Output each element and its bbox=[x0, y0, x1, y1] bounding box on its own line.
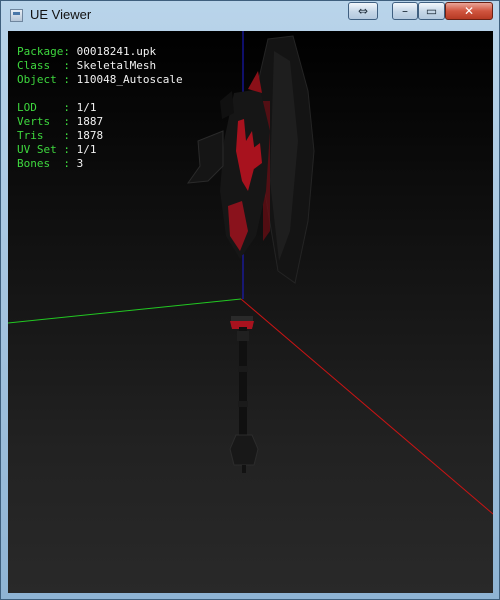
app-window-icon bbox=[10, 9, 23, 22]
info-value: 1/1 bbox=[76, 143, 97, 156]
info-row-class: Class : SkeletalMesh bbox=[17, 59, 183, 73]
info-label: Class : bbox=[17, 59, 70, 72]
mesh-info-panel: Package: 00018241.upk Class : SkeletalMe… bbox=[17, 45, 183, 171]
info-row-verts: Verts : 1887 bbox=[17, 115, 183, 129]
info-label: Object : bbox=[17, 73, 70, 86]
info-label: Bones : bbox=[17, 157, 70, 170]
window-title: UE Viewer bbox=[30, 7, 92, 22]
info-label: Package: bbox=[17, 45, 70, 58]
x-axis-line bbox=[240, 298, 493, 515]
info-label: UV Set : bbox=[17, 143, 70, 156]
info-value: 00018241.upk bbox=[76, 45, 157, 58]
info-row-uvset: UV Set : 1/1 bbox=[17, 143, 183, 157]
info-row-bones: Bones : 3 bbox=[17, 157, 183, 171]
swap-icon-button[interactable]: ⇔ bbox=[348, 2, 378, 20]
app-window: UE Viewer ⇔ – ▭ ✕ Package: 00018241.upk … bbox=[0, 0, 500, 600]
close-button[interactable]: ✕ bbox=[445, 2, 493, 20]
info-row-object: Object : 110048_Autoscale bbox=[17, 73, 183, 87]
info-label: LOD : bbox=[17, 101, 70, 114]
maximize-button[interactable]: ▭ bbox=[418, 2, 445, 20]
info-value: 110048_Autoscale bbox=[76, 73, 183, 86]
info-value: 1887 bbox=[76, 115, 104, 128]
minimize-button[interactable]: – bbox=[392, 2, 418, 20]
info-row-package: Package: 00018241.upk bbox=[17, 45, 183, 59]
info-row-tris: Tris : 1878 bbox=[17, 129, 183, 143]
title-bar[interactable]: UE Viewer ⇔ – ▭ ✕ bbox=[1, 1, 499, 31]
info-value: 1878 bbox=[76, 129, 104, 142]
info-label: Tris : bbox=[17, 129, 70, 142]
info-row-lod: LOD : 1/1 bbox=[17, 101, 183, 115]
3d-viewport[interactable]: Package: 00018241.upk Class : SkeletalMe… bbox=[8, 31, 493, 593]
info-value: 3 bbox=[76, 157, 84, 170]
info-label: Verts : bbox=[17, 115, 70, 128]
skeletal-mesh-axe bbox=[186, 35, 315, 473]
y-axis-line bbox=[8, 298, 242, 324]
info-value: SkeletalMesh bbox=[76, 59, 157, 72]
info-value: 1/1 bbox=[76, 101, 97, 114]
